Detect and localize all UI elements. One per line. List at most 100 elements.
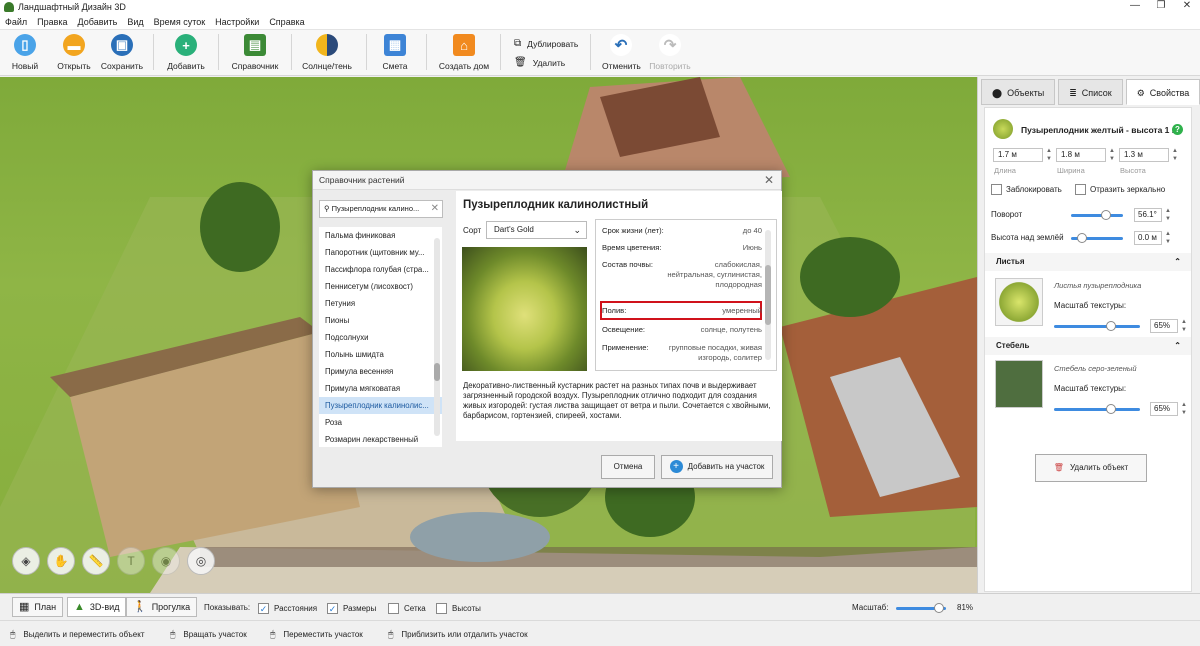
tree-icon: ⬤: [992, 88, 1003, 98]
stem-texture[interactable]: [995, 360, 1043, 408]
mirror-checkbox[interactable]: Отразить зеркально: [1075, 184, 1165, 195]
plan-icon: ▦: [19, 601, 30, 613]
reference-button[interactable]: ▤ Справочник: [230, 34, 280, 71]
redo-button[interactable]: ↷ Повторить: [648, 34, 692, 71]
close-icon[interactable]: ✕: [1174, 0, 1200, 11]
elevation-input[interactable]: 0.0 м ▲ ▼: [1134, 231, 1171, 245]
plant-thumbnail-icon: [993, 119, 1013, 139]
menu-help[interactable]: Справка: [269, 17, 304, 27]
duplicate-button[interactable]: ⧉ Дублировать: [514, 38, 578, 49]
properties-content: Пузыреплодник желтый - высота 1 м ? 1.7 …: [984, 107, 1192, 592]
menu-add[interactable]: Добавить: [78, 17, 118, 27]
chevron-down-icon: ⌄: [573, 225, 581, 235]
menu-time[interactable]: Время суток: [154, 17, 206, 27]
open-button[interactable]: ▬ Открыть: [56, 34, 92, 71]
walk-view-button[interactable]: 🚶 Прогулка: [126, 597, 198, 617]
floppy-icon: ▣: [111, 34, 133, 56]
walk-icon: 🚶: [133, 601, 147, 613]
sun-shadow-button[interactable]: Солнце/тень: [301, 34, 353, 71]
leaves-texture[interactable]: [995, 278, 1043, 326]
plant-description: Декоративно-лиственный кустарник растет …: [463, 381, 771, 420]
list-item[interactable]: Пеннисетум (лисохвост): [319, 278, 442, 295]
length-input[interactable]: 1.7 м ▲ ▼: [993, 148, 1052, 162]
add-button[interactable]: + Добавить: [166, 34, 206, 71]
stem-section[interactable]: Стебель ⌃: [985, 337, 1191, 355]
rotation-label: Поворот: [991, 210, 1023, 219]
height-input[interactable]: 1.3 м ▲ ▼: [1119, 148, 1178, 162]
book-icon: ▤: [244, 34, 266, 56]
ruler-tool-icon[interactable]: 📏: [82, 547, 110, 575]
new-file-icon: ▯: [14, 34, 36, 56]
scale-slider[interactable]: [896, 603, 946, 613]
mouse-middle-icon: 🖱: [270, 629, 276, 639]
list-item[interactable]: Папоротник (щитовник му...: [319, 244, 442, 261]
distances-checkbox[interactable]: ✓ Расстояния: [258, 603, 317, 614]
plant-list-scrollbar[interactable]: [434, 238, 440, 436]
add-to-plot-button[interactable]: + Добавить на участок: [661, 455, 773, 479]
menu-file[interactable]: Файл: [5, 17, 27, 27]
scale-value: 81%: [957, 603, 974, 612]
sizes-checkbox[interactable]: ✓ Размеры: [327, 603, 376, 614]
undo-button[interactable]: ↶ Отменить: [602, 34, 641, 71]
plant-reference-dialog: Справочник растений ✕ ⚲ Пузыреплодник ка…: [312, 170, 782, 488]
tab-properties[interactable]: ⚙ Свойства: [1125, 79, 1200, 105]
list-item[interactable]: Роза: [319, 414, 442, 431]
list-item[interactable]: Пионы: [319, 312, 442, 329]
list-item-selected[interactable]: Пузыреплодник калинолис...: [319, 397, 442, 414]
cancel-button[interactable]: Отмена: [601, 455, 655, 479]
hand-tool-icon[interactable]: ✋: [47, 547, 75, 575]
list-item[interactable]: Розмарин лекарственный: [319, 431, 442, 447]
lock-checkbox[interactable]: Заблокировать: [991, 184, 1062, 195]
maximize-icon[interactable]: ❐: [1148, 0, 1174, 11]
list-item[interactable]: Полынь шмидта: [319, 346, 442, 363]
list-item[interactable]: Примула весенняя: [319, 363, 442, 380]
sort-select[interactable]: Dart's Gold ⌄: [486, 221, 587, 239]
list-item[interactable]: Пальма финиковая: [319, 227, 442, 244]
menu-settings[interactable]: Настройки: [215, 17, 259, 27]
panel-tabs: ⬤ Объекты ≣ Список ⚙ Свойства: [981, 79, 1200, 105]
close-icon[interactable]: ✕: [764, 171, 774, 190]
elevation-slider[interactable]: [1071, 233, 1123, 243]
delete-button[interactable]: 🗑 Удалить: [514, 57, 565, 68]
plan-view-button[interactable]: ▦ План: [12, 597, 64, 617]
delete-object-button[interactable]: 🗑 Удалить объект: [1035, 454, 1147, 482]
mouse-wheel-icon: 🖱: [388, 629, 394, 639]
minimize-icon[interactable]: —: [1122, 0, 1148, 11]
select-tool-icon[interactable]: ◈: [12, 547, 40, 575]
create-house-button[interactable]: ⌂ Создать дом: [438, 34, 490, 71]
list-item[interactable]: Примула мягковатая: [319, 380, 442, 397]
leaves-scale-input[interactable]: 65% ▲ ▼: [1150, 319, 1187, 333]
text-tool-icon[interactable]: T: [117, 547, 145, 575]
redo-icon: ↷: [659, 34, 681, 56]
estimate-button[interactable]: ▦ Смета: [380, 34, 410, 71]
list-item[interactable]: Подсолнухи: [319, 329, 442, 346]
menu-view[interactable]: Вид: [127, 17, 143, 27]
leaves-section[interactable]: Листья ⌃: [985, 253, 1191, 271]
layers-tool-icon[interactable]: ◎: [187, 547, 215, 575]
heights-checkbox[interactable]: Высоты: [436, 603, 481, 614]
width-input[interactable]: 1.8 м ▲ ▼: [1056, 148, 1115, 162]
stem-scale-input[interactable]: 65% ▲ ▼: [1150, 402, 1187, 416]
menu-edit[interactable]: Правка: [37, 17, 67, 27]
copy-icon: ⧉: [514, 38, 522, 49]
tab-objects[interactable]: ⬤ Объекты: [981, 79, 1056, 105]
rotation-input[interactable]: 56.1° ▲ ▼: [1134, 208, 1171, 222]
list-item[interactable]: Пассифлора голубая (стра...: [319, 261, 442, 278]
plant-search-input[interactable]: ⚲ Пузыреплодник калино... ✕: [319, 200, 443, 218]
tab-list[interactable]: ≣ Список: [1058, 79, 1123, 105]
leaves-scale-slider[interactable]: [1054, 321, 1140, 331]
spinner-icon: ▲ ▼: [1046, 148, 1052, 162]
properties-scrollbar[interactable]: [765, 230, 771, 360]
grid-checkbox[interactable]: Сетка: [388, 603, 426, 614]
new-button[interactable]: ▯ Новый: [10, 34, 40, 71]
rotation-slider[interactable]: [1071, 210, 1123, 220]
save-button[interactable]: ▣ Сохранить: [100, 34, 144, 71]
clear-icon[interactable]: ✕: [431, 201, 439, 217]
hint-select: 🖱 Выделить и переместить объект: [10, 629, 145, 639]
list-item[interactable]: Петуния: [319, 295, 442, 312]
paint-tool-icon[interactable]: ◉: [152, 547, 180, 575]
help-icon[interactable]: ?: [1172, 124, 1183, 135]
stem-scale-slider[interactable]: [1054, 404, 1140, 414]
3d-view-button[interactable]: ▲ 3D-вид: [67, 597, 127, 617]
mouse-left-icon: 🖱: [10, 629, 16, 639]
